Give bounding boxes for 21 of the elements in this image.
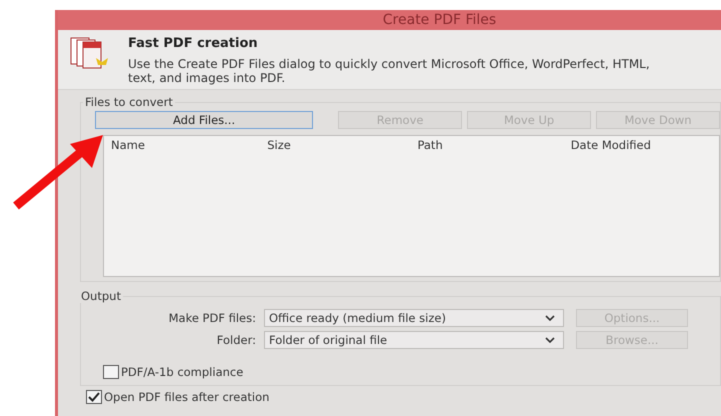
column-header[interactable]: Size: [267, 138, 418, 152]
group-label: Files to convert: [83, 95, 175, 109]
dropdown[interactable]: Office ready (medium file size): [264, 309, 564, 327]
documents-icon: [70, 36, 110, 70]
checkbox-label: PDF/A-1b compliance: [121, 365, 244, 379]
column-header[interactable]: Name: [111, 138, 268, 152]
header-title: Fast PDF creation: [128, 36, 259, 51]
checkbox[interactable]: [86, 390, 102, 404]
dropdown[interactable]: Folder of original file: [264, 331, 564, 349]
window-title: Create PDF Files: [58, 10, 721, 30]
column-header[interactable]: Path: [417, 138, 571, 152]
field-label: Make PDF files:: [168, 311, 257, 325]
field-label: Folder:: [216, 333, 257, 347]
chevron-icon: [545, 337, 555, 343]
checkbox-label: Open PDF files after creation: [104, 390, 270, 404]
checkbox[interactable]: [103, 365, 119, 379]
dialog-button[interactable]: Add Files...: [95, 111, 314, 129]
chevron-icon: [545, 315, 555, 321]
header-description: Use the Create PDF Files dialog to quickly convert Microsoft Office, WordPerfect, HTML, text, and images into PDF.: [128, 57, 651, 85]
group-label: Output: [79, 289, 123, 303]
column-header[interactable]: Date Modified: [570, 138, 719, 152]
